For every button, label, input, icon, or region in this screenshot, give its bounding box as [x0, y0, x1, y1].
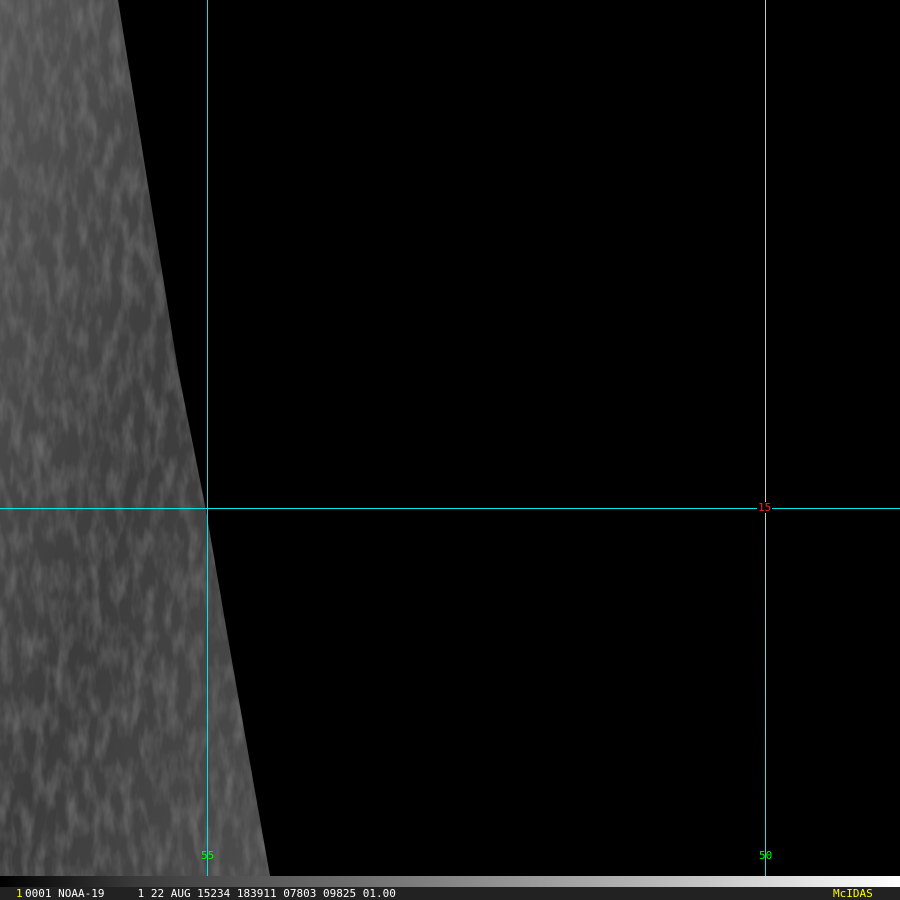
longitude-label-55: 55 — [201, 849, 215, 862]
longitude-line-55 — [207, 0, 208, 887]
longitude-label-50: 50 — [759, 849, 773, 862]
frame-number: 1 — [16, 887, 23, 900]
image-metadata: 0001 NOAA-19 1 22 AUG 15234 183911 07803… — [25, 887, 396, 900]
longitude-line-50 — [765, 0, 766, 876]
image-info-bar: 1 0001 NOAA-19 1 22 AUG 15234 183911 0780… — [0, 887, 900, 900]
latitude-label: 15 — [757, 501, 773, 514]
mcidas-brand: McIDAS — [833, 887, 873, 900]
grayscale-color-bar — [0, 876, 900, 887]
satellite-image-viewer: 15 55 50 1 0001 NOAA-19 1 22 AUG 15234 18… — [0, 0, 900, 900]
